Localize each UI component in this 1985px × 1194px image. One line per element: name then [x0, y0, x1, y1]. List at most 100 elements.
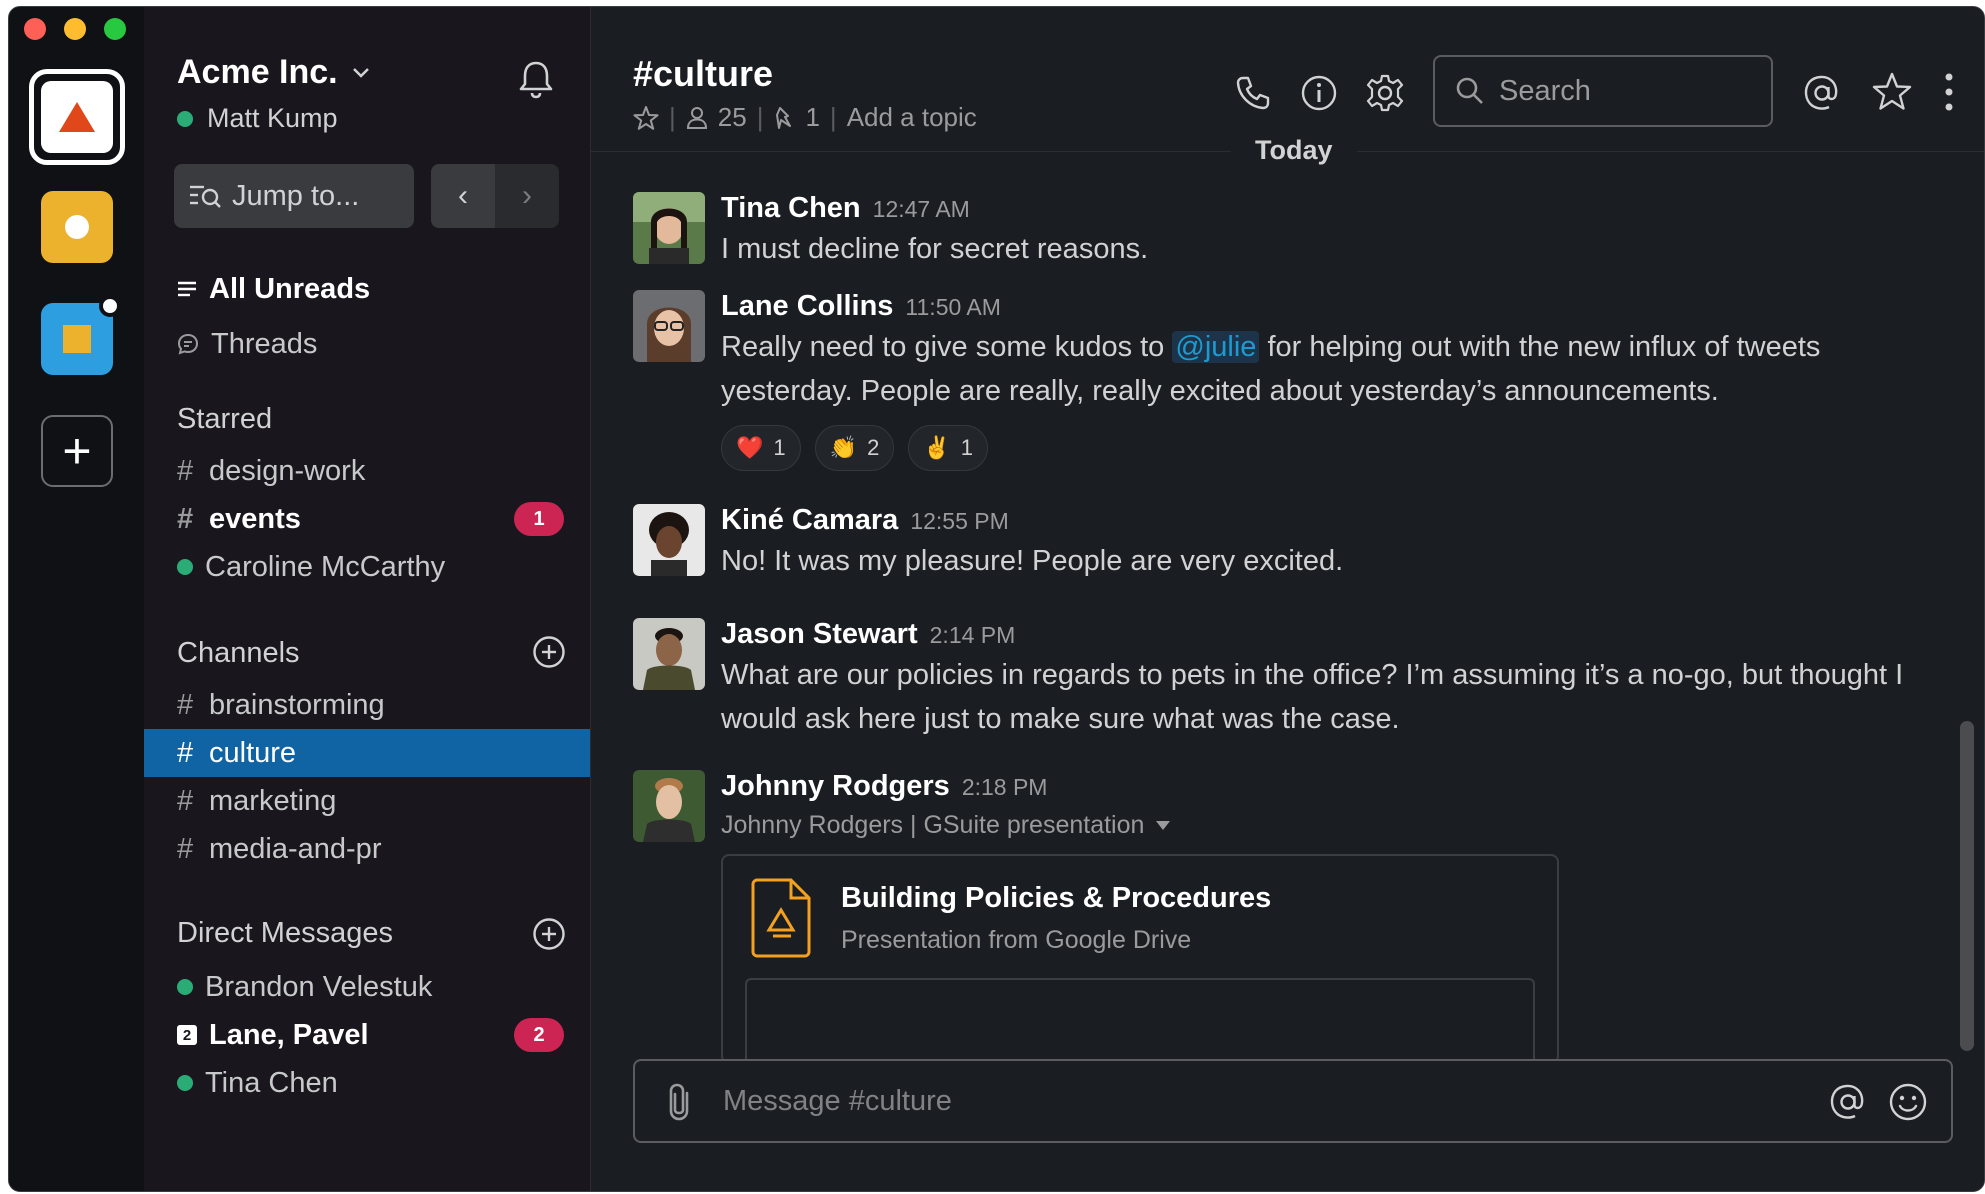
avatar[interactable] [633, 290, 705, 362]
workspace-blue-icon [63, 325, 91, 353]
maximize-window-button[interactable] [104, 18, 126, 40]
sidebar-item-culture[interactable]: # culture [144, 729, 590, 777]
workspace-blue[interactable] [41, 295, 121, 375]
message-time[interactable]: 2:14 PM [930, 622, 1016, 648]
channel-name: brainstorming [209, 688, 385, 721]
attachment-title[interactable]: Building Policies & Procedures [841, 882, 1271, 915]
sidebar-item-threads[interactable]: Threads [144, 320, 590, 368]
presence-active-icon [177, 559, 193, 575]
avatar[interactable] [633, 504, 705, 576]
sidebar-item-marketing[interactable]: # marketing [144, 777, 590, 825]
reaction-victory[interactable]: ✌️ 1 [908, 425, 988, 471]
sidebar-item-brainstorming[interactable]: # brainstorming [144, 681, 590, 729]
meta-separator: | [756, 102, 764, 132]
dms-section-label[interactable]: Direct Messages [177, 917, 393, 950]
user-mention[interactable]: @julie [1172, 331, 1260, 363]
message-author[interactable]: Tina Chen [721, 192, 861, 224]
channel-meta: | 25 | 1 | Add a topic [633, 102, 977, 133]
add-channel-icon[interactable] [532, 635, 566, 669]
acme-logo-icon [59, 102, 95, 132]
dm-name: Caroline McCarthy [205, 550, 446, 583]
caret-down-icon [1156, 820, 1171, 830]
message-author[interactable]: Kiné Camara [721, 504, 898, 536]
attachment-source[interactable]: Johnny Rodgers | GSuite presentation [721, 811, 1944, 840]
sidebar-item-caroline-mccarthy[interactable]: Caroline McCarthy [144, 543, 590, 591]
hash-icon: # [177, 502, 194, 535]
star-outline-icon[interactable] [633, 105, 659, 131]
paperclip-icon[interactable] [661, 1081, 701, 1125]
message[interactable]: Johnny Rodgers 2:18 PM Johnny Rodgers | G… [633, 770, 1944, 1060]
message-text: No! It was my pleasure! People are very … [721, 545, 1344, 577]
sidebar-item-design-work[interactable]: # design-work [144, 447, 590, 495]
sidebar-item-all-unreads[interactable]: All Unreads [144, 265, 590, 313]
message-author[interactable]: Lane Collins [721, 290, 893, 322]
sidebar-item-media-and-pr[interactable]: # media-and-pr [144, 825, 590, 873]
mentions-icon[interactable] [1801, 72, 1843, 114]
attachment-preview[interactable] [745, 978, 1535, 1060]
message-time[interactable]: 2:18 PM [962, 774, 1048, 800]
reaction-count: 1 [960, 435, 973, 460]
avatar[interactable] [633, 192, 705, 264]
attachment-subtitle: Presentation from Google Drive [841, 926, 1192, 954]
channel-view: #culture | 25 | 1 | Add a topic Search T… [591, 7, 1984, 1191]
message[interactable]: Kiné Camara 12:55 PM No! It was my pleasu… [633, 504, 1944, 584]
current-user[interactable]: Matt Kump [177, 103, 338, 134]
phone-icon[interactable] [1233, 73, 1273, 113]
workspace-menu[interactable]: Acme Inc. [177, 53, 370, 92]
starred-section-label[interactable]: Starred [177, 403, 272, 436]
avatar[interactable] [633, 618, 705, 690]
workspace-yellow[interactable] [41, 191, 113, 263]
add-workspace-button[interactable]: + [41, 415, 113, 487]
channels-section-label[interactable]: Channels [177, 637, 300, 670]
workspace-acme[interactable] [29, 69, 125, 165]
mention-icon[interactable] [1827, 1081, 1869, 1123]
message-author[interactable]: Jason Stewart [721, 618, 918, 650]
gear-icon[interactable] [1365, 73, 1405, 113]
message-time[interactable]: 12:55 PM [910, 508, 1008, 534]
message-time[interactable]: 11:50 AM [905, 294, 1000, 320]
add-topic-link[interactable]: Add a topic [847, 102, 977, 133]
hash-icon: # [177, 736, 194, 769]
message-author[interactable]: Johnny Rodgers [721, 770, 950, 802]
message-text-part: Really need to give some kudos to [721, 331, 1173, 363]
messages-scrollbar[interactable] [1960, 721, 1974, 1051]
add-dm-icon[interactable] [532, 917, 566, 951]
jump-to-button[interactable]: Jump to... [174, 164, 414, 228]
group-dm-count-icon: 2 [177, 1025, 197, 1045]
message-composer[interactable]: Message #culture [633, 1059, 1953, 1143]
meta-separator: | [669, 102, 676, 132]
sidebar-item-tina-chen[interactable]: Tina Chen [144, 1059, 590, 1107]
sidebar-item-lane-pavel[interactable]: 2 Lane, Pavel 2 [144, 1011, 590, 1059]
reaction-clap[interactable]: 👏 2 [814, 425, 895, 471]
pin-count[interactable]: 1 [805, 102, 819, 133]
attachment-card[interactable]: Building Policies & Procedures Presentat… [721, 854, 1559, 1060]
message-text: I must decline for secret reasons. [721, 233, 1149, 265]
info-icon[interactable] [1299, 73, 1339, 113]
sidebar: Acme Inc. Matt Kump Jump to... ‹ › All U… [144, 7, 591, 1191]
channel-name: design-work [209, 454, 366, 487]
search-input[interactable]: Search [1433, 55, 1773, 127]
history-forward-button[interactable]: › [495, 164, 559, 228]
member-count[interactable]: 25 [718, 102, 747, 133]
channel-name: media-and-pr [209, 832, 382, 865]
bell-icon[interactable] [514, 57, 558, 101]
more-vertical-icon[interactable] [1939, 71, 1959, 113]
starred-items-icon[interactable] [1871, 71, 1913, 113]
sidebar-item-events[interactable]: # events 1 [144, 495, 590, 543]
message[interactable]: Tina Chen 12:47 AM I must decline for sec… [633, 192, 1944, 272]
message[interactable]: Jason Stewart 2:14 PM What are our polici… [633, 618, 1944, 738]
channel-name: events [209, 502, 301, 535]
dm-name: Brandon Velestuk [205, 970, 433, 1003]
chevron-left-icon: ‹ [458, 179, 468, 212]
history-back-button[interactable]: ‹ [431, 164, 495, 228]
sidebar-item-brandon-velestuk[interactable]: Brandon Velestuk [144, 963, 590, 1011]
avatar[interactable] [633, 770, 705, 842]
emoji-icon[interactable] [1887, 1081, 1929, 1123]
message[interactable]: Lane Collins 11:50 AM Really need to give… [633, 290, 1944, 480]
list-icon [178, 281, 196, 297]
google-slides-icon [751, 878, 811, 958]
reaction-heart[interactable]: ❤️ 1 [721, 425, 801, 471]
minimize-window-button[interactable] [64, 18, 86, 40]
close-window-button[interactable] [24, 18, 46, 40]
message-time[interactable]: 12:47 AM [873, 196, 970, 222]
